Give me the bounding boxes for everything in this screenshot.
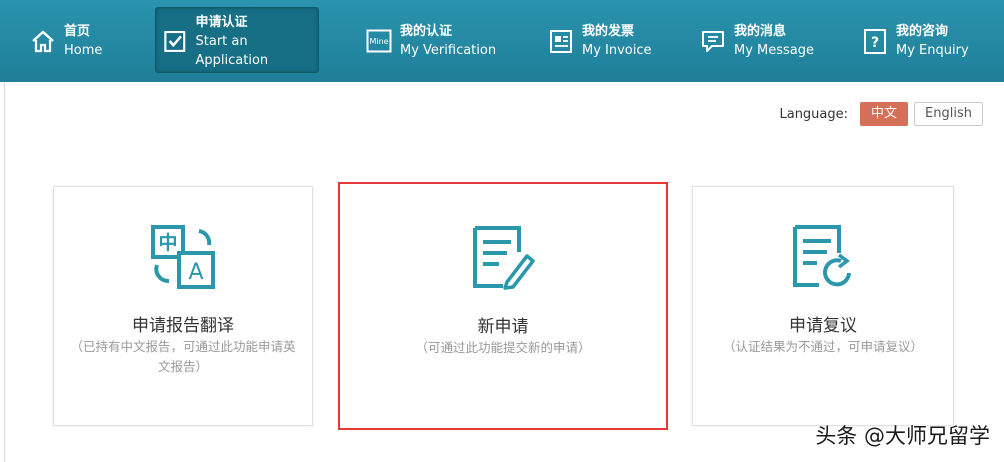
nav-enquiry-zh: 我的咨询 xyxy=(896,24,949,39)
home-icon xyxy=(32,30,54,53)
card-new-application-desc: （可通过此功能提交新的申请） xyxy=(415,340,591,355)
card-translation-desc: （已持有中文报告，可通过此功能申请英文报告） xyxy=(70,339,296,374)
nav-my-enquiry[interactable]: ? 我的咨询 My Enquiry xyxy=(862,0,969,82)
nav-verification-zh: 我的认证 xyxy=(400,24,453,39)
nav-invoice-zh: 我的发票 xyxy=(582,24,635,39)
card-reconsideration-desc: （认证结果为不通过，可申请复议） xyxy=(722,339,923,354)
svg-text:?: ? xyxy=(871,35,879,51)
reconsider-icon xyxy=(793,225,851,287)
mine-icon: Mine xyxy=(366,29,392,53)
card-new-application-title: 新申请 xyxy=(477,317,529,337)
nav-enquiry-en: My Enquiry xyxy=(896,43,969,58)
nav-home[interactable]: 首页 Home xyxy=(30,0,102,82)
card-translation[interactable]: 中 A 申请报告翻译 （已持有中文报告，可通过此功能申请英文报告） xyxy=(53,186,313,426)
translate-icon: 中 A xyxy=(151,225,215,289)
nav-start-en: Start an Application xyxy=(195,33,269,68)
message-icon xyxy=(702,31,724,52)
nav-start-zh: 申请认证 xyxy=(195,14,248,30)
nav-verification-en: My Verification xyxy=(400,43,497,58)
language-english-button[interactable]: English xyxy=(914,102,983,126)
translate-icon-zh: 中 xyxy=(158,231,177,254)
language-label: Language: xyxy=(779,106,849,122)
invoice-icon xyxy=(550,30,572,53)
translate-icon-a: A xyxy=(188,260,203,285)
watermark: 头条 @大师兄留学 xyxy=(815,424,990,448)
nav-home-zh: 首页 xyxy=(64,24,91,39)
question-icon: ? xyxy=(864,29,886,54)
nav-my-invoice[interactable]: 我的发票 My Invoice xyxy=(548,0,652,82)
language-chinese-button[interactable]: 中文 xyxy=(860,102,909,126)
nav-my-verification[interactable]: Mine 我的认证 My Verification xyxy=(366,0,496,82)
nav-home-en: Home xyxy=(64,43,103,58)
checkbox-icon xyxy=(164,31,186,52)
top-navigation: 首页 Home 申请认证 Start an Application Mine 我… xyxy=(0,0,1004,82)
new-application-icon xyxy=(473,226,535,290)
nav-my-message[interactable]: 我的消息 My Message xyxy=(700,0,814,82)
card-reconsideration-title: 申请复议 xyxy=(789,316,857,336)
left-divider xyxy=(4,82,5,462)
language-switcher: Language: 中文 English xyxy=(779,102,983,126)
card-reconsideration[interactable]: 申请复议 （认证结果为不通过，可申请复议） xyxy=(692,186,954,426)
card-translation-title: 申请报告翻译 xyxy=(132,316,234,336)
mine-badge: Mine xyxy=(369,37,388,46)
nav-invoice-en: My Invoice xyxy=(582,43,652,58)
nav-message-en: My Message xyxy=(734,43,815,58)
nav-message-zh: 我的消息 xyxy=(734,24,787,39)
card-new-application[interactable]: 新申请 （可通过此功能提交新的申请） xyxy=(338,182,668,430)
nav-start-application[interactable]: 申请认证 Start an Application xyxy=(155,0,319,82)
